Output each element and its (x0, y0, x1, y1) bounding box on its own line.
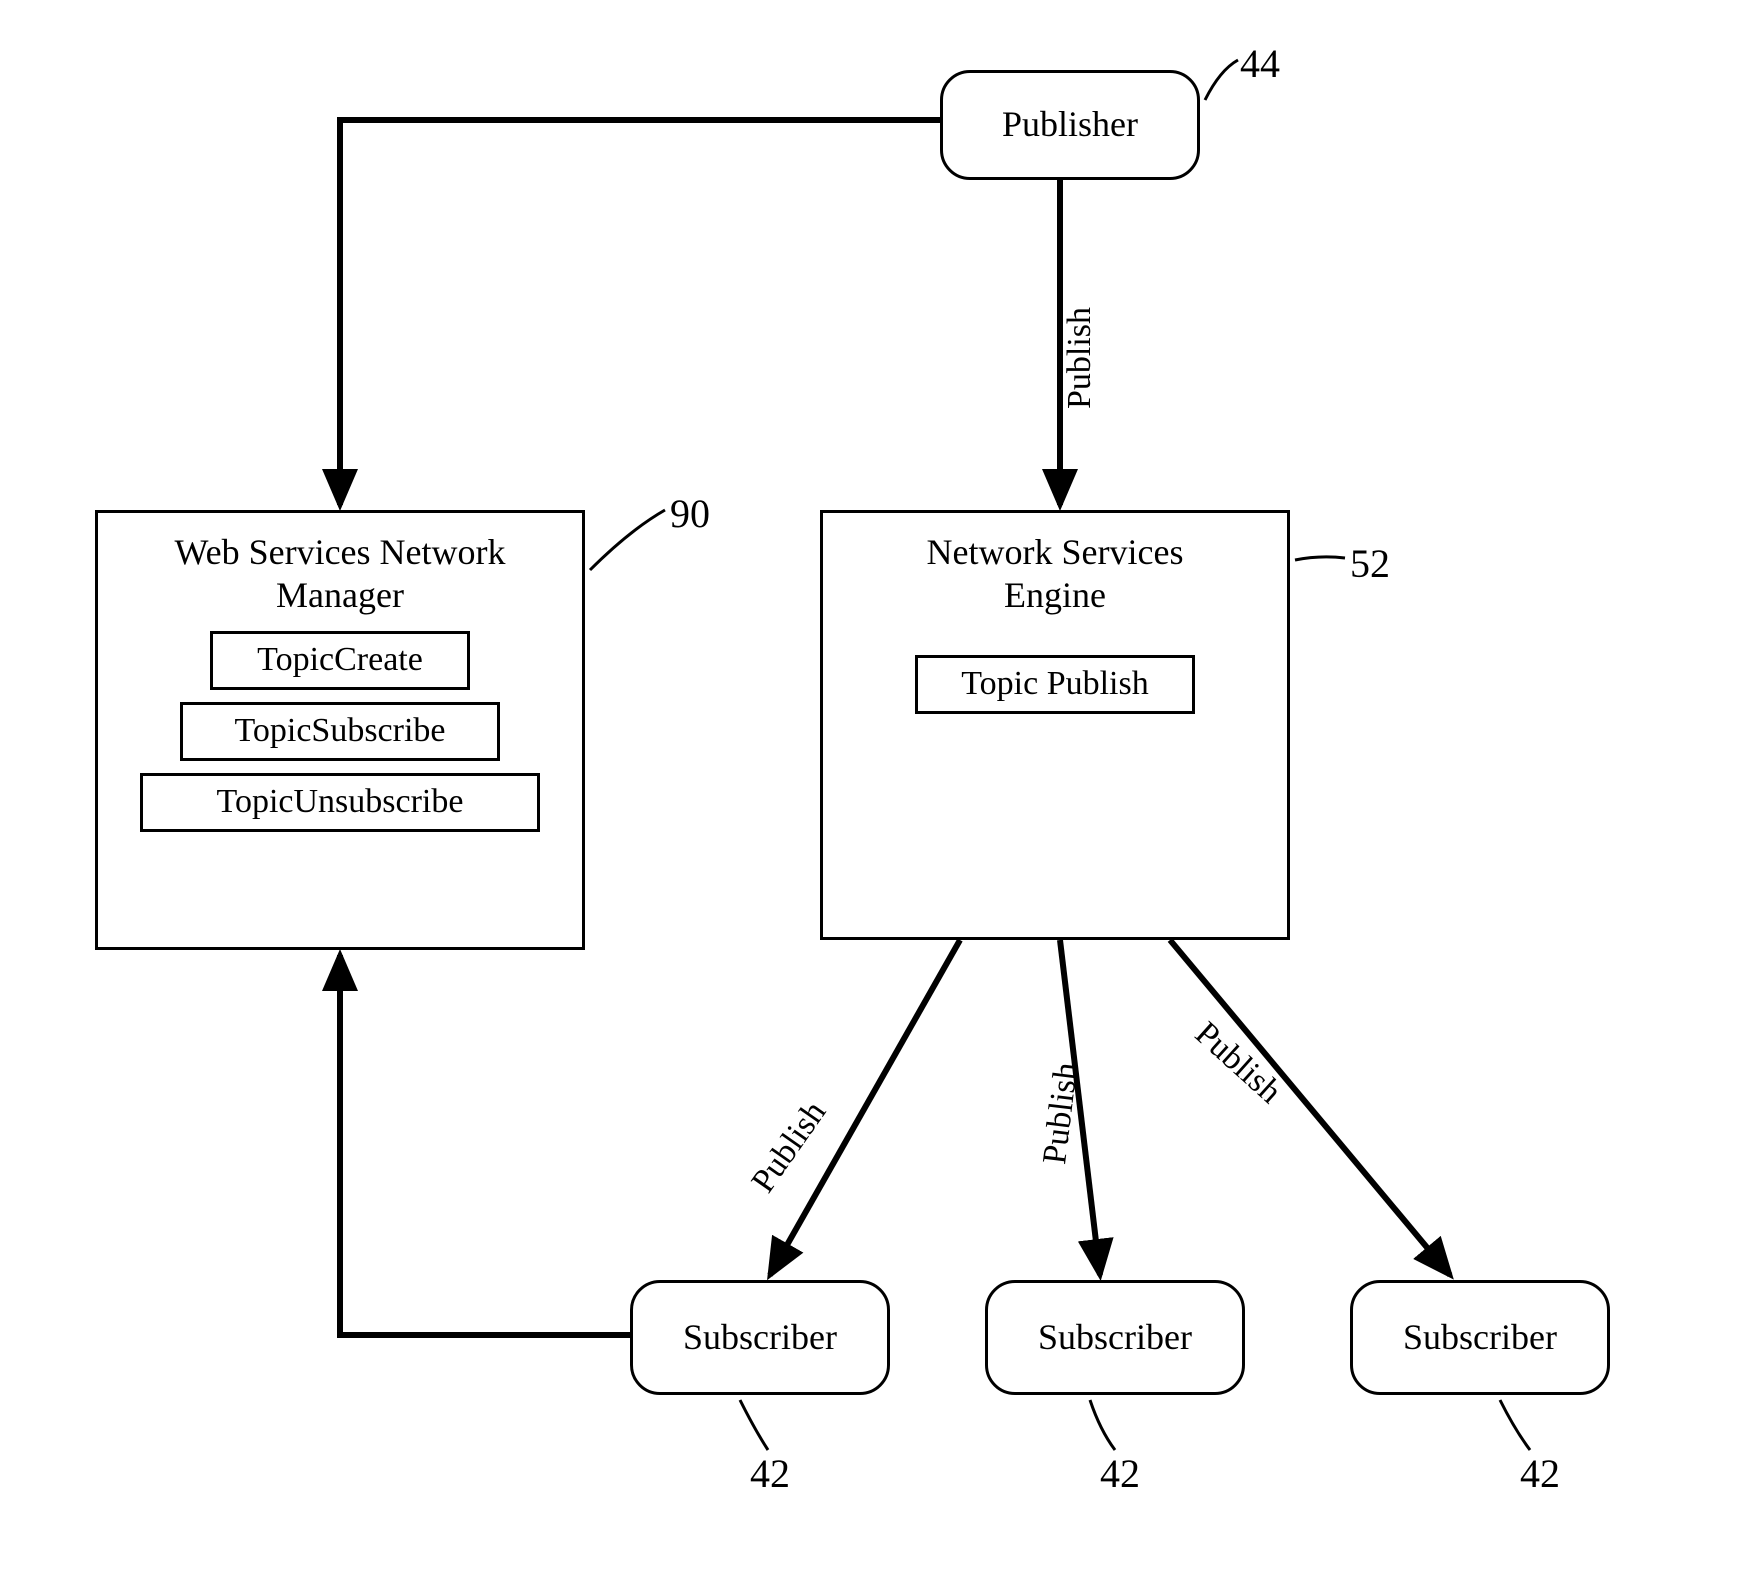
ref-publisher: 44 (1240, 40, 1280, 87)
edge-label-publisher-nse: Publish (1061, 307, 1099, 409)
ref-sub3: 42 (1520, 1450, 1560, 1497)
wsnm-op-topicsubscribe: TopicSubscribe (180, 702, 500, 761)
arrow-sub1-wsnm (340, 955, 630, 1335)
nse-node: Network Services Engine Topic Publish (820, 510, 1290, 940)
edge-label-nse-sub3: Publish (1187, 1015, 1288, 1112)
leader-publisher (1205, 60, 1238, 100)
nse-op-topicpublish: Topic Publish (915, 655, 1195, 714)
subscriber-1-label: Subscriber (683, 1316, 837, 1359)
ref-sub1: 42 (750, 1450, 790, 1497)
wsnm-node: Web Services Network Manager TopicCreate… (95, 510, 585, 950)
subscriber-2-label: Subscriber (1038, 1316, 1192, 1359)
leader-sub2 (1090, 1400, 1115, 1450)
arrow-publisher-wsnm (340, 120, 940, 505)
subscriber-3-label: Subscriber (1403, 1316, 1557, 1359)
ref-wsnm: 90 (670, 490, 710, 537)
publisher-label: Publisher (1002, 103, 1138, 146)
subscriber-node-3: Subscriber (1350, 1280, 1610, 1395)
leader-wsnm (590, 510, 665, 570)
ref-sub2: 42 (1100, 1450, 1140, 1497)
nse-title: Network Services Engine (895, 531, 1215, 617)
wsnm-title: Web Services Network Manager (150, 531, 530, 617)
leader-sub1 (740, 1400, 768, 1450)
wsnm-op-topicunsubscribe: TopicUnsubscribe (140, 773, 540, 832)
edge-label-nse-sub2: Publish (1036, 1060, 1086, 1166)
ref-nse: 52 (1350, 540, 1390, 587)
edge-label-nse-sub1: Publish (744, 1095, 834, 1200)
wsnm-op-topiccreate: TopicCreate (210, 631, 470, 690)
subscriber-node-1: Subscriber (630, 1280, 890, 1395)
leader-nse (1295, 557, 1345, 560)
publisher-node: Publisher (940, 70, 1200, 180)
subscriber-node-2: Subscriber (985, 1280, 1245, 1395)
leader-sub3 (1500, 1400, 1530, 1450)
arrow-nse-sub3 (1170, 940, 1450, 1275)
